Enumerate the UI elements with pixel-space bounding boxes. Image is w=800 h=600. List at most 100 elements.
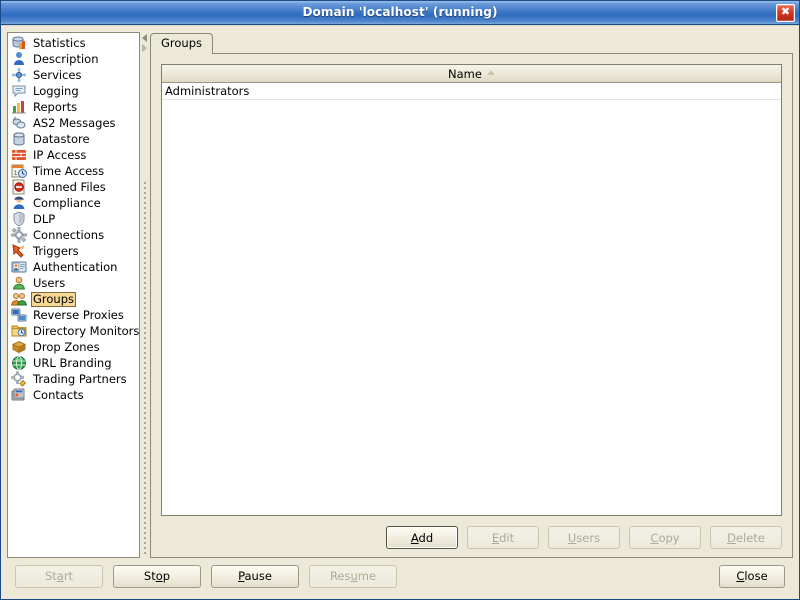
sidebar-item-label: Statistics (33, 36, 86, 50)
close-button-label: Close (736, 569, 768, 583)
dialog-buttons: Close (719, 564, 785, 588)
tab-groups[interactable]: Groups (150, 33, 214, 54)
sidebar-item-reverse-proxies[interactable]: Reverse Proxies (8, 307, 139, 323)
sidebar-item-description[interactable]: Description (8, 51, 139, 67)
reports-icon (11, 99, 27, 115)
sidebar-item-label: Groups (31, 291, 77, 307)
triangle-left-icon[interactable] (142, 34, 147, 42)
column-header-name[interactable]: Name (162, 65, 781, 83)
window-close-button[interactable]: ✖ (776, 4, 795, 22)
directory-monitors-icon (11, 323, 27, 339)
add-button-label: Add (410, 530, 434, 545)
delete-button-label: Delete (727, 530, 765, 545)
sidebar-item-label: Triggers (33, 244, 79, 258)
column-header-name-label: Name (448, 66, 482, 81)
close-button[interactable]: Close (719, 564, 785, 588)
sidebar-item-compliance[interactable]: Compliance (8, 195, 139, 211)
dlp-icon (11, 211, 27, 227)
statistics-icon (11, 35, 27, 51)
sidebar-item-label: URL Branding (33, 356, 112, 370)
sidebar-item-services[interactable]: Services (8, 67, 139, 83)
divider-grip[interactable] (144, 182, 146, 554)
compliance-icon (11, 195, 27, 211)
table-row[interactable]: Administrators (162, 83, 781, 100)
sidebar-item-authentication[interactable]: Authentication (8, 259, 139, 275)
sidebar-item-trading-partners[interactable]: Trading Partners (8, 371, 139, 387)
domain-control-bar: Start Stop Pause Resume Close (7, 558, 793, 594)
sidebar-item-label: Trading Partners (33, 372, 127, 386)
copy-button: Copy (629, 526, 701, 549)
sidebar-item-label: Directory Monitors (33, 324, 140, 338)
split-pane-divider[interactable] (140, 32, 150, 558)
tab-groups-label: Groups (161, 36, 203, 50)
sidebar-item-label: Drop Zones (33, 340, 100, 354)
sidebar-item-triggers[interactable]: Triggers (8, 243, 139, 259)
copy-button-label: Copy (650, 530, 680, 545)
sidebar-item-groups[interactable]: Groups (8, 291, 139, 307)
groups-table[interactable]: Name Administrators (161, 64, 782, 516)
sidebar-item-label: Logging (33, 84, 79, 98)
split-pane: Statistics Description Services Logging Repo… (7, 32, 793, 558)
drop-zones-icon (11, 339, 27, 355)
stop-button-label: Stop (143, 569, 171, 583)
sidebar-item-url-branding[interactable]: URL Branding (8, 355, 139, 371)
sidebar-item-label: Description (33, 52, 99, 66)
resume-button: Resume (309, 564, 397, 588)
sidebar-item-datastore[interactable]: Datastore (8, 131, 139, 147)
sidebar-item-label: Reports (33, 100, 78, 114)
add-button[interactable]: Add (386, 526, 458, 549)
sidebar-item-as2-messages[interactable]: AS2 Messages (8, 115, 139, 131)
users-icon (11, 275, 27, 291)
users-button-label: Users (567, 530, 601, 545)
sort-ascending-icon (486, 70, 495, 75)
groups-table-body: Administrators (162, 83, 781, 515)
sidebar-item-drop-zones[interactable]: Drop Zones (8, 339, 139, 355)
sidebar-item-directory-monitors[interactable]: Directory Monitors (8, 323, 139, 339)
table-cell-name: Administrators (165, 84, 250, 98)
title-bar[interactable]: Domain 'localhost' (running) ✖ (1, 1, 799, 25)
pause-button-label: Pause (238, 569, 272, 583)
sidebar-item-label: Reverse Proxies (33, 308, 124, 322)
sidebar-item-ip-access[interactable]: IP Access (8, 147, 139, 163)
sidebar-item-connections[interactable]: Connections (8, 227, 139, 243)
resume-button-label: Resume (329, 569, 377, 583)
tab-strip: Groups (150, 32, 793, 54)
sidebar-item-label: Datastore (33, 132, 90, 146)
sidebar-item-label: DLP (33, 212, 56, 226)
stop-button[interactable]: Stop (113, 564, 201, 588)
sidebar-item-time-access[interactable]: 1 Time Access (8, 163, 139, 179)
sidebar-item-contacts[interactable]: Contacts (8, 387, 139, 403)
sidebar-item-statistics[interactable]: Statistics (8, 35, 139, 51)
sidebar-item-label: Services (33, 68, 82, 82)
url-branding-icon (11, 355, 27, 371)
sidebar-item-label: Authentication (33, 260, 118, 274)
pause-button[interactable]: Pause (211, 564, 299, 588)
description-icon (11, 51, 27, 67)
delete-button: Delete (710, 526, 782, 549)
ip-access-icon (11, 147, 27, 163)
connections-icon (11, 227, 27, 243)
client-area: Statistics Description Services Logging Repo… (1, 25, 799, 599)
services-icon (11, 67, 27, 83)
sidebar-item-banned-files[interactable]: Banned Files (8, 179, 139, 195)
sidebar-item-dlp[interactable]: DLP (8, 211, 139, 227)
close-icon: ✖ (780, 5, 791, 18)
sidebar-item-users[interactable]: Users (8, 275, 139, 291)
sidebar-item-label: AS2 Messages (33, 116, 116, 130)
logging-icon (11, 83, 27, 99)
content-panel: Groups Name Administrators Add Edit Users C… (150, 32, 793, 558)
sidebar-item-logging[interactable]: Logging (8, 83, 139, 99)
edit-button-label: Edit (491, 530, 515, 545)
sidebar-item-reports[interactable]: Reports (8, 99, 139, 115)
authentication-icon (11, 259, 27, 275)
groups-tab-panel: Name Administrators Add Edit Users Copy Dele… (150, 53, 793, 558)
triangle-right-icon[interactable] (142, 44, 147, 52)
edit-button: Edit (467, 526, 539, 549)
time-access-icon: 1 (11, 163, 27, 179)
banned-files-icon (11, 179, 27, 195)
trading-partners-icon (11, 371, 27, 387)
sidebar-item-label: Contacts (33, 388, 84, 402)
start-button: Start (15, 564, 103, 588)
navigation-sidebar[interactable]: Statistics Description Services Logging Repo… (7, 32, 140, 558)
reverse-proxies-icon (11, 307, 27, 323)
